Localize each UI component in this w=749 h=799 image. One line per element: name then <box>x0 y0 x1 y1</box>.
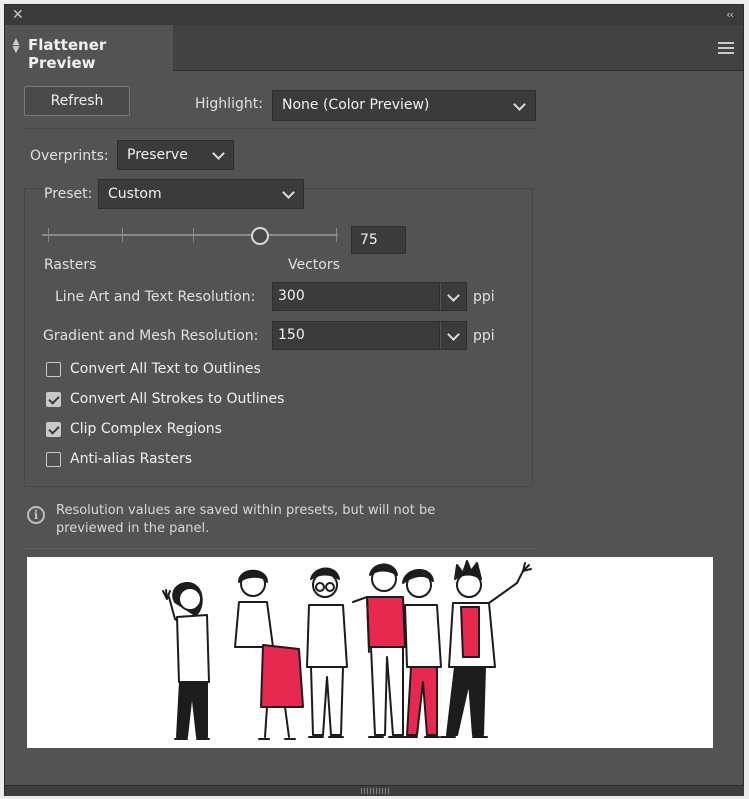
slider-tick <box>193 228 194 242</box>
line-art-resolution-value: 300 <box>278 288 305 304</box>
slider-tick <box>336 228 337 242</box>
info-line-1: Resolution values are saved within prese… <box>56 503 436 518</box>
vectors-label: Vectors <box>288 257 340 273</box>
preset-value: Custom <box>108 186 162 202</box>
tab-flattener-preview[interactable]: ▲ ▼ Flattener Preview <box>5 25 173 72</box>
convert-strokes-outlines-label[interactable]: Convert All Strokes to Outlines <box>70 391 284 407</box>
refresh-button[interactable]: Refresh <box>24 86 130 116</box>
overprints-label: Overprints: <box>30 148 109 164</box>
info-line-2: previewed in the panel. <box>56 521 210 536</box>
highlight-label: Highlight: <box>195 96 263 112</box>
convert-strokes-outlines-checkbox[interactable] <box>46 392 61 407</box>
line-art-resolution-dropdown-button[interactable] <box>440 282 467 311</box>
convert-text-outlines-label[interactable]: Convert All Text to Outlines <box>70 361 261 377</box>
gradient-resolution-dropdown-button[interactable] <box>440 321 467 350</box>
overprints-value: Preserve <box>127 147 188 163</box>
highlight-value: None (Color Preview) <box>282 97 430 113</box>
preview-area[interactable] <box>27 557 713 748</box>
divider <box>24 128 536 129</box>
chevron-down-icon <box>513 98 526 111</box>
close-icon[interactable]: ✕ <box>12 7 24 23</box>
gradient-resolution-label: Gradient and Mesh Resolution: <box>43 328 259 344</box>
resize-grip-icon[interactable] <box>361 788 389 794</box>
rasters-vectors-slider-track[interactable] <box>42 234 338 236</box>
clip-complex-regions-label[interactable]: Clip Complex Regions <box>70 421 222 437</box>
slider-value-input[interactable]: 75 <box>351 226 406 254</box>
line-art-unit: ppi <box>473 289 495 305</box>
rasters-label: Rasters <box>44 257 97 273</box>
preset-label: Preset: <box>44 186 95 202</box>
gradient-resolution-value: 150 <box>278 327 305 343</box>
line-art-resolution-label: Line Art and Text Resolution: <box>55 289 256 305</box>
slider-value: 75 <box>360 232 378 248</box>
overprints-dropdown[interactable]: Preserve <box>117 140 234 170</box>
divider <box>24 548 538 549</box>
info-message: Resolution values are saved within prese… <box>56 502 506 538</box>
gradient-unit: ppi <box>473 328 495 344</box>
tab-expand-icon[interactable]: ▲ ▼ <box>12 38 20 55</box>
gradient-resolution-input[interactable]: 150 <box>272 321 440 350</box>
info-icon: i <box>27 506 45 524</box>
slider-tick <box>48 228 49 242</box>
highlight-dropdown[interactable]: None (Color Preview) <box>272 90 536 121</box>
slider-thumb[interactable] <box>251 227 269 245</box>
clip-complex-regions-checkbox[interactable] <box>46 422 61 437</box>
slider-tick <box>122 228 123 242</box>
line-art-resolution-input[interactable]: 300 <box>272 282 440 311</box>
tab-title: Flattener Preview <box>28 36 107 72</box>
people-illustration <box>162 560 532 740</box>
preset-dropdown[interactable]: Custom <box>98 179 304 209</box>
panel-menu-icon[interactable] <box>718 42 734 57</box>
panel-titlebar: ✕ ‹‹ <box>5 5 743 26</box>
chevron-down-icon <box>282 186 295 199</box>
tab-strip: ▲ ▼ Flattener Preview <box>5 25 743 72</box>
chevron-down-icon <box>447 289 460 302</box>
collapse-panel-icon[interactable]: ‹‹ <box>726 7 734 23</box>
anti-alias-rasters-checkbox[interactable] <box>46 452 61 467</box>
convert-text-outlines-checkbox[interactable] <box>46 362 61 377</box>
panel-resize-bar[interactable] <box>5 785 744 796</box>
anti-alias-rasters-label[interactable]: Anti-alias Rasters <box>70 451 192 467</box>
chevron-down-icon <box>447 328 460 341</box>
chevron-down-icon <box>212 147 225 160</box>
